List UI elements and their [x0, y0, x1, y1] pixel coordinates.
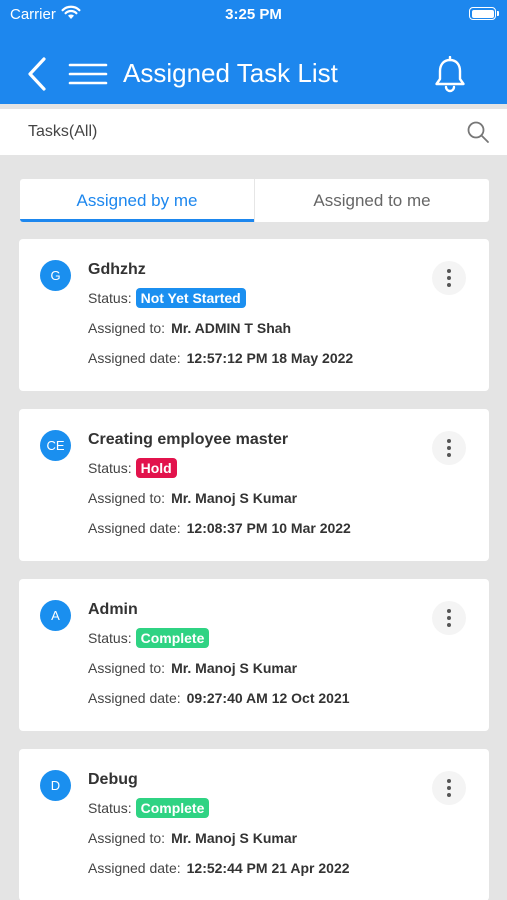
assigned-date-label: Assigned date: [88, 520, 181, 536]
status-label: Status: [88, 290, 132, 306]
status-row: Status: Complete [88, 628, 210, 648]
assigned-to-value: Mr. ADMIN T Shah [171, 320, 292, 336]
task-title: Debug [88, 771, 138, 788]
assigned-date-value: 09:27:40 AM 12 Oct 2021 [186, 690, 350, 706]
status-label: Status: [88, 460, 132, 476]
app-header: Carrier 3:25 PM Assigned Task List [0, 0, 507, 104]
assigned-to-row: Assigned to: Mr. Manoj S Kumar [88, 660, 297, 676]
avatar: A [40, 600, 71, 631]
task-title: Admin [88, 601, 138, 618]
assigned-date-row: Assigned date: 12:57:12 PM 18 May 2022 [88, 350, 353, 366]
assigned-date-label: Assigned date: [88, 860, 181, 876]
more-options-button[interactable] [432, 431, 466, 465]
tab-bar: Assigned by me Assigned to me [20, 179, 489, 222]
avatar: CE [40, 430, 71, 461]
assigned-date-row: Assigned date: 12:08:37 PM 10 Mar 2022 [88, 520, 351, 536]
task-title: Gdhzhz [88, 261, 146, 278]
notifications-button[interactable] [432, 55, 468, 94]
task-card[interactable]: A Admin Status: Complete Assigned to: Mr. … [19, 579, 489, 731]
status-row: Status: Complete [88, 798, 210, 818]
tab-assigned-to-me[interactable]: Assigned to me [254, 179, 489, 222]
task-filter-bar: Tasks(All) [0, 109, 507, 155]
more-options-button[interactable] [432, 601, 466, 635]
assigned-to-label: Assigned to: [88, 660, 166, 676]
more-vertical-icon [447, 779, 451, 783]
task-card[interactable]: CE Creating employee master Status: Hold … [19, 409, 489, 561]
assigned-to-value: Mr. Manoj S Kumar [171, 660, 298, 676]
assigned-to-row: Assigned to: Mr. Manoj S Kumar [88, 830, 297, 846]
status-time: 3:25 PM [225, 6, 282, 23]
assigned-date-value: 12:08:37 PM 10 Mar 2022 [186, 520, 351, 536]
more-options-button[interactable] [432, 261, 466, 295]
status-badge: Not Yet Started [135, 288, 246, 308]
chevron-left-icon [28, 57, 46, 91]
menu-button[interactable] [68, 62, 108, 88]
more-vertical-icon [447, 439, 451, 443]
battery-icon [469, 7, 499, 20]
search-button[interactable] [466, 120, 490, 144]
more-vertical-icon [447, 609, 451, 613]
status-label: Status: [88, 800, 132, 816]
assigned-to-label: Assigned to: [88, 830, 166, 846]
task-card[interactable]: G Gdhzhz Status: Not Yet Started Assigned… [19, 239, 489, 391]
status-badge: Complete [135, 798, 210, 818]
status-row: Status: Not Yet Started [88, 288, 246, 308]
search-icon [467, 121, 489, 143]
back-button[interactable] [22, 56, 54, 92]
status-bar: Carrier 3:25 PM [0, 0, 507, 30]
assigned-to-label: Assigned to: [88, 320, 166, 336]
avatar: G [40, 260, 71, 291]
assigned-to-row: Assigned to: Mr. ADMIN T Shah [88, 320, 291, 336]
task-title: Creating employee master [88, 431, 289, 448]
assigned-date-row: Assigned date: 12:52:44 PM 21 Apr 2022 [88, 860, 350, 876]
more-options-button[interactable] [432, 771, 466, 805]
status-badge: Complete [135, 628, 210, 648]
assigned-date-value: 12:57:12 PM 18 May 2022 [186, 350, 354, 366]
nav-bar: Assigned Task List [0, 44, 507, 104]
task-filter-label[interactable]: Tasks(All) [28, 123, 97, 141]
assigned-to-value: Mr. Manoj S Kumar [171, 490, 298, 506]
status-label: Status: [88, 630, 132, 646]
assigned-to-row: Assigned to: Mr. Manoj S Kumar [88, 490, 297, 506]
tab-assigned-by-me[interactable]: Assigned by me [20, 179, 254, 222]
assigned-to-label: Assigned to: [88, 490, 166, 506]
assigned-date-value: 12:52:44 PM 21 Apr 2022 [186, 860, 350, 876]
page-title: Assigned Task List [123, 58, 338, 88]
assigned-date-row: Assigned date: 09:27:40 AM 12 Oct 2021 [88, 690, 350, 706]
status-badge: Hold [135, 458, 177, 478]
task-card[interactable]: D Debug Status: Complete Assigned to: Mr. … [19, 749, 489, 900]
assigned-date-label: Assigned date: [88, 350, 181, 366]
assigned-to-value: Mr. Manoj S Kumar [171, 830, 298, 846]
hamburger-menu-icon [68, 63, 108, 85]
more-vertical-icon [447, 269, 451, 273]
avatar: D [40, 770, 71, 801]
assigned-date-label: Assigned date: [88, 690, 181, 706]
bell-icon [435, 55, 465, 93]
status-row: Status: Hold [88, 458, 177, 478]
